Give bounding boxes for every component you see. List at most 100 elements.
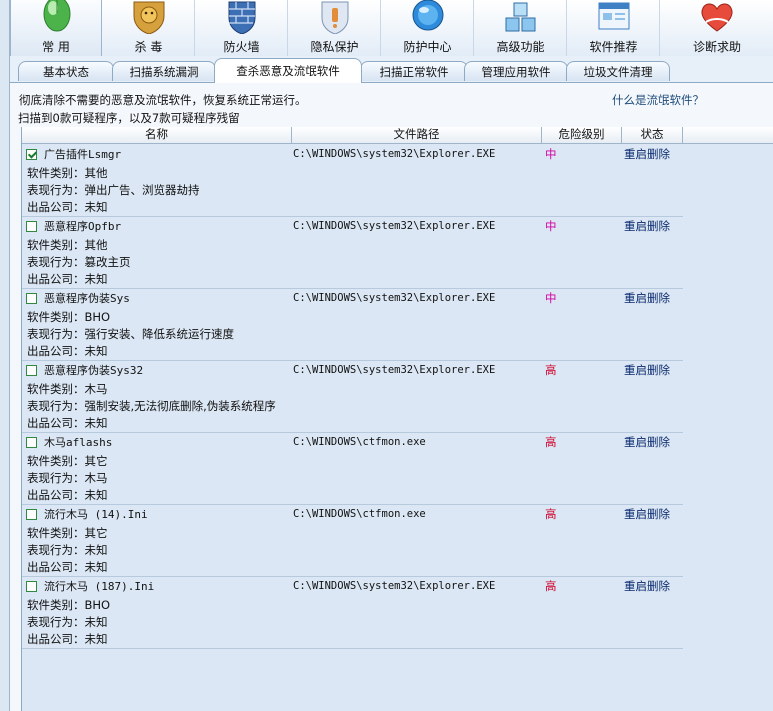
item-behavior: 表现行为：篡改主页 <box>27 255 131 269</box>
row-checkbox[interactable] <box>26 221 37 232</box>
tab-manage-apps[interactable]: 管理应用软件 <box>464 61 568 81</box>
toolbar-button-advanced[interactable]: 高级功能 <box>475 0 567 56</box>
firewall-brick-icon <box>228 1 256 34</box>
window-left-border <box>0 0 10 711</box>
row-checkbox[interactable] <box>26 581 37 592</box>
toolbar-button-software-recommend[interactable]: 软件推荐 <box>568 0 660 56</box>
toolbar-button-privacy[interactable]: 隐私保护 <box>289 0 381 56</box>
table-row[interactable]: 恶意程序伪装Sys 软件类别：BHO 表现行为：强行安装、降低系统运行速度 出品… <box>22 288 683 361</box>
row-checkbox[interactable] <box>26 509 37 520</box>
item-behavior: 表现行为：强制安装,无法彻底删除,伪装系统程序 <box>27 399 276 413</box>
item-name: 广告插件Lsmgr <box>44 148 122 161</box>
item-company: 出品公司：未知 <box>27 200 108 214</box>
item-behavior: 表现行为：弹出广告、浏览器劫持 <box>27 183 200 197</box>
toolbar-label: 防护中心 <box>403 40 452 54</box>
scan-summary-text: 扫描到0款可疑程序，以及7款可疑程序残留 <box>18 111 240 125</box>
item-risk-level: 高 <box>545 435 557 449</box>
row-checkbox[interactable] <box>26 149 37 160</box>
item-company: 出品公司：未知 <box>27 416 108 430</box>
toolbar-label: 高级功能 <box>496 40 545 54</box>
item-company: 出品公司：未知 <box>27 632 108 646</box>
item-name: 流行木马 (14).Ini <box>44 508 148 521</box>
item-category: 软件类别：其它 <box>27 526 108 540</box>
protection-globe-icon <box>412 0 444 31</box>
item-risk-level: 中 <box>545 291 557 305</box>
toolbar-button-diagnosis-help[interactable]: 诊断求助 <box>661 0 773 56</box>
item-name: 流行木马 (187).Ini <box>44 580 155 593</box>
table-row[interactable]: 木马aflashs 软件类别：其它 表现行为：木马 出品公司：未知 C:\WIN… <box>22 432 683 505</box>
tab-basic-status[interactable]: 基本状态 <box>18 61 114 81</box>
item-status: 重启删除 <box>624 579 670 593</box>
item-name: 恶意程序Opfbr <box>44 220 122 233</box>
item-company: 出品公司：未知 <box>27 272 108 286</box>
item-category: 软件类别：BHO <box>27 310 111 324</box>
results-table: 名称 文件路径 危险级别 状态 广告插件Lsmgr 软件类别：其他 表现行为：弹… <box>21 127 773 711</box>
toolbar-button-protection-center[interactable]: 防护中心 <box>382 0 474 56</box>
item-path: C:\WINDOWS\ctfmon.exe <box>293 436 426 448</box>
help-heart-icon <box>701 3 733 32</box>
table-row[interactable]: 流行木马 (187).Ini 软件类别：BHO 表现行为：未知 出品公司：未知 … <box>22 576 683 649</box>
row-checkbox[interactable] <box>26 293 37 304</box>
toolbar-label: 杀 毒 <box>134 40 163 54</box>
item-path: C:\WINDOWS\system32\Explorer.EXE <box>293 148 496 160</box>
toolbar-label: 防火墙 <box>223 40 260 54</box>
tab-scan-normal-software[interactable]: 扫描正常软件 <box>360 61 468 81</box>
item-path: C:\WINDOWS\ctfmon.exe <box>293 508 426 520</box>
toolbar-label: 隐私保护 <box>310 40 359 54</box>
toolbar-label: 诊断求助 <box>692 40 741 54</box>
column-header-path[interactable]: 文件路径 <box>292 127 542 143</box>
row-checkbox[interactable] <box>26 437 37 448</box>
lion-shield-icon <box>133 1 165 34</box>
column-header-risk[interactable]: 危险级别 <box>542 127 622 143</box>
table-row[interactable]: 广告插件Lsmgr 软件类别：其他 表现行为：弹出广告、浏览器劫持 出品公司：未… <box>22 144 683 217</box>
item-status: 重启删除 <box>624 507 670 521</box>
toolbar-label: 常 用 <box>42 40 70 54</box>
item-path: C:\WINDOWS\system32\Explorer.EXE <box>293 580 496 592</box>
what-is-rogueware-link[interactable]: 什么是流氓软件？ <box>612 92 704 108</box>
tab-scan-vulnerabilities[interactable]: 扫描系统漏洞 <box>112 61 216 81</box>
mouse-icon <box>43 0 71 32</box>
item-status: 重启删除 <box>624 219 670 233</box>
item-risk-level: 高 <box>545 363 557 377</box>
item-status: 重启删除 <box>624 291 670 305</box>
item-behavior: 表现行为：未知 <box>27 543 108 557</box>
item-name: 恶意程序伪装Sys32 <box>44 364 144 377</box>
main-toolbar: 常 用 杀 毒 防火墙 隐私保护 防护中心 高级功能 软件推荐 诊断求助 <box>10 0 773 57</box>
item-behavior: 表现行为：未知 <box>27 615 108 629</box>
item-name: 恶意程序伪装Sys <box>44 292 130 305</box>
item-status: 重启删除 <box>624 363 670 377</box>
description-text: 彻底清除不需要的恶意及流氓软件，恢复系统正常运行。 <box>19 93 307 107</box>
item-path: C:\WINDOWS\system32\Explorer.EXE <box>293 364 496 376</box>
tab-junk-cleanup[interactable]: 垃圾文件清理 <box>566 61 670 81</box>
item-category: 软件类别：BHO <box>27 598 111 612</box>
toolbar-button-common[interactable]: 常 用 <box>10 0 102 56</box>
column-header-name[interactable]: 名称 <box>22 127 292 143</box>
item-company: 出品公司：未知 <box>27 344 108 358</box>
tab-bar: 基本状态 扫描系统漏洞 查杀恶意及流氓软件 扫描正常软件 管理应用软件 垃圾文件… <box>10 56 773 83</box>
item-behavior: 表现行为：强行安装、降低系统运行速度 <box>27 327 234 341</box>
item-behavior: 表现行为：木马 <box>27 471 108 485</box>
window-icon <box>598 2 630 30</box>
table-header: 名称 文件路径 危险级别 状态 <box>22 127 773 144</box>
item-path: C:\WINDOWS\system32\Explorer.EXE <box>293 292 496 304</box>
item-category: 软件类别：木马 <box>27 382 108 396</box>
item-company: 出品公司：未知 <box>27 488 108 502</box>
privacy-shield-icon <box>321 1 349 34</box>
item-category: 软件类别：其它 <box>27 454 108 468</box>
item-name: 木马aflashs <box>44 436 113 449</box>
item-risk-level: 高 <box>545 507 557 521</box>
table-row[interactable]: 流行木马 (14).Ini 软件类别：其它 表现行为：未知 出品公司：未知 C:… <box>22 504 683 577</box>
item-risk-level: 中 <box>545 219 557 233</box>
row-checkbox[interactable] <box>26 365 37 376</box>
toolbar-button-firewall[interactable]: 防火墙 <box>196 0 288 56</box>
item-company: 出品公司：未知 <box>27 560 108 574</box>
table-row[interactable]: 恶意程序Opfbr 软件类别：其他 表现行为：篡改主页 出品公司：未知 C:\W… <box>22 216 683 289</box>
item-risk-level: 高 <box>545 579 557 593</box>
item-category: 软件类别：其他 <box>27 166 108 180</box>
column-header-status[interactable]: 状态 <box>622 127 683 143</box>
toolbar-button-antivirus[interactable]: 杀 毒 <box>103 0 195 56</box>
item-risk-level: 中 <box>545 147 557 161</box>
table-row[interactable]: 恶意程序伪装Sys32 软件类别：木马 表现行为：强制安装,无法彻底删除,伪装系… <box>22 360 683 433</box>
tab-malware-rogueware[interactable]: 查杀恶意及流氓软件 <box>214 58 362 83</box>
cubes-icon <box>505 2 536 32</box>
